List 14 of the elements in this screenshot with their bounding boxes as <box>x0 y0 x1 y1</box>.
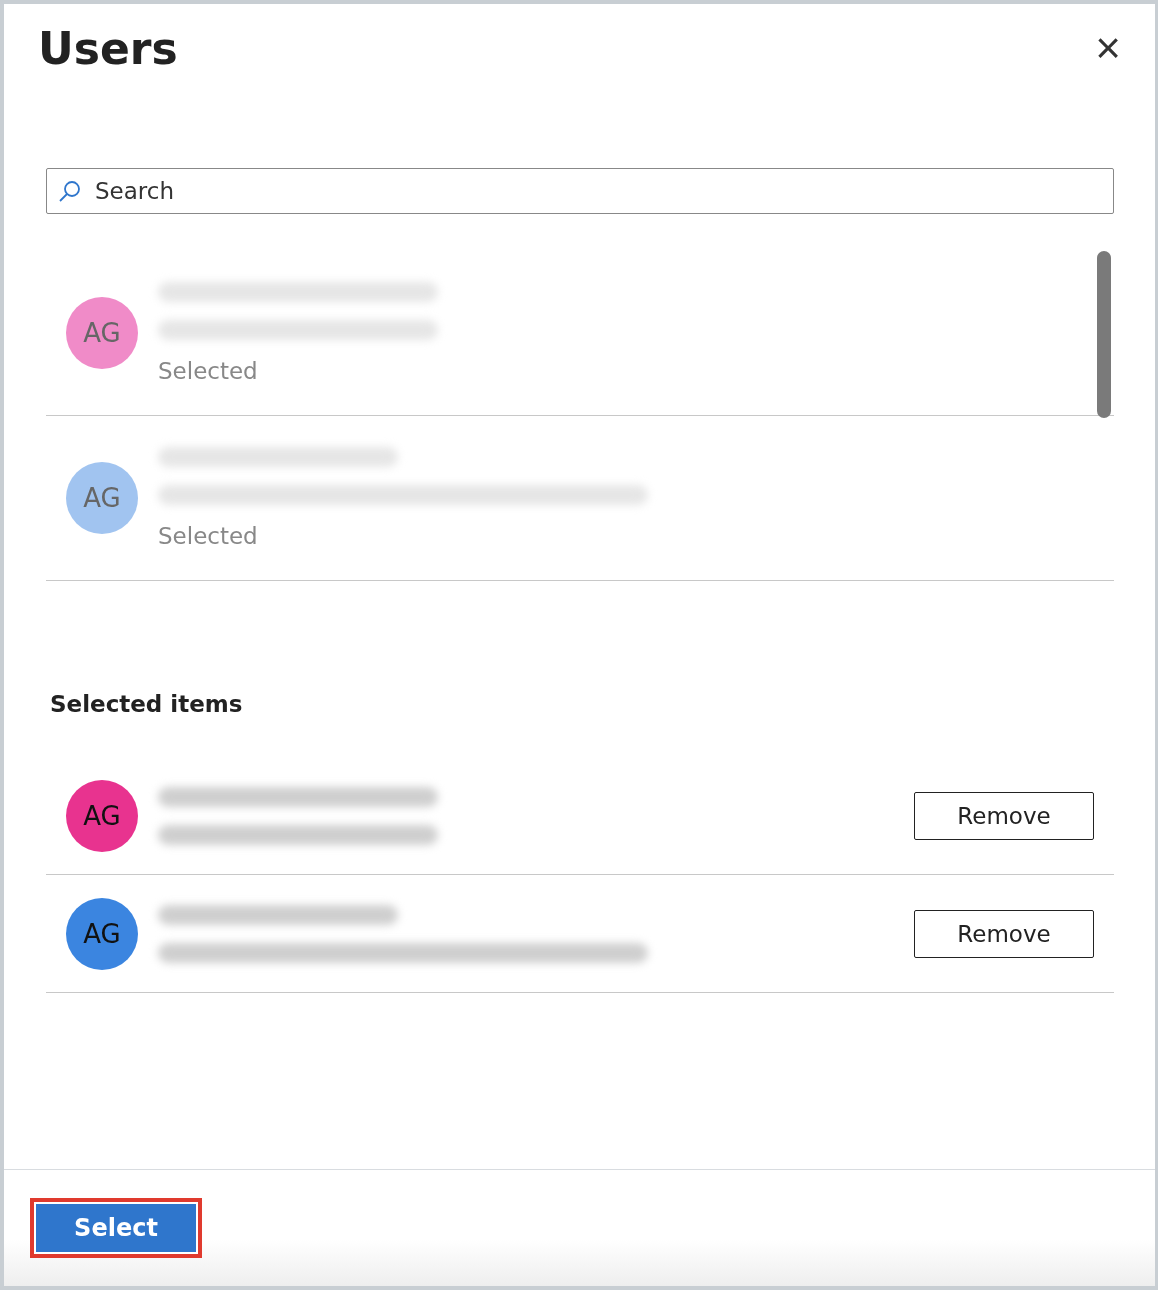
avatar: AG <box>66 297 138 369</box>
search-field[interactable]: Search <box>46 168 1114 214</box>
selected-label: Selected <box>158 358 259 384</box>
close-button[interactable]: × <box>1091 26 1125 70</box>
user-result-row[interactable]: AG Selected <box>46 416 1114 581</box>
scrollbar[interactable] <box>1097 251 1111 418</box>
panel-title: Users <box>38 22 178 74</box>
remove-button[interactable]: Remove <box>914 791 1094 840</box>
avatar: AG <box>66 462 138 534</box>
avatar: AG <box>66 897 138 970</box>
remove-button[interactable]: Remove <box>914 909 1094 958</box>
selected-label: Selected <box>158 523 259 549</box>
avatar: AG <box>66 779 138 852</box>
section-heading: Selected items <box>50 691 244 717</box>
